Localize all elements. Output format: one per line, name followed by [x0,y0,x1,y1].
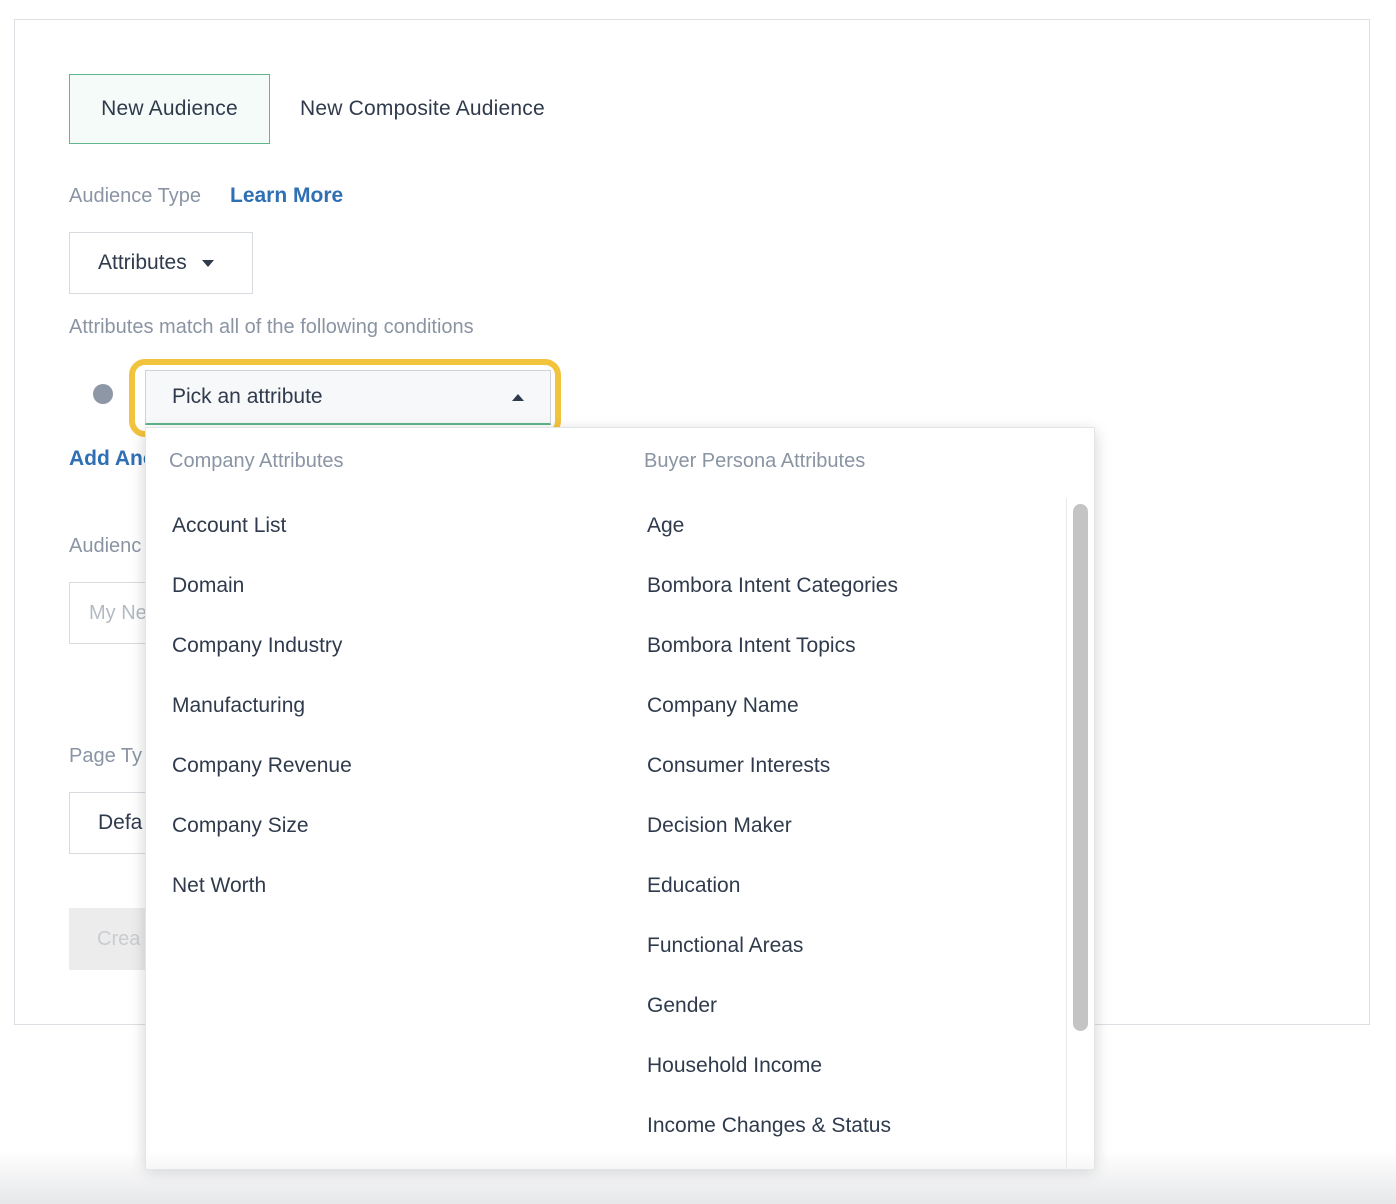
dropdown-item-buyer-5[interactable]: Decision Maker [647,814,792,838]
audience-name-placeholder: My Ne [89,601,147,624]
dropdown-item-company-2[interactable]: Company Industry [172,634,342,658]
dropdown-item-buyer-10[interactable]: Income Changes & Status [647,1114,891,1138]
condition-bullet-icon [93,384,113,404]
attribute-picker-placeholder: Pick an attribute [172,385,323,408]
conditions-label: Attributes match all of the following co… [69,316,474,338]
tab-new-audience[interactable]: New Audience [69,74,270,144]
dropdown-item-buyer-4[interactable]: Consumer Interests [647,754,830,778]
learn-more-link[interactable]: Learn More [230,184,343,208]
audience-type-value: Attributes [98,251,187,274]
dropdown-item-buyer-6[interactable]: Education [647,874,740,898]
dropdown-item-company-1[interactable]: Domain [172,574,244,598]
dropdown-item-company-3[interactable]: Manufacturing [172,694,305,718]
audience-name-label: Audienc [69,535,142,557]
add-another-condition-link[interactable]: Add Ano [69,447,156,471]
dropdown-item-buyer-1[interactable]: Bombora Intent Categories [647,574,898,598]
audience-type-label: Audience Type [69,185,201,207]
page-type-label: Page Ty [69,745,143,767]
dropdown-item-buyer-0[interactable]: Age [647,514,684,538]
dropdown-scrollbar[interactable] [1073,504,1088,1031]
dropdown-item-buyer-3[interactable]: Company Name [647,694,799,718]
dropdown-item-buyer-2[interactable]: Bombora Intent Topics [647,634,856,658]
chevron-up-icon [512,393,524,401]
dropdown-item-buyer-9[interactable]: Household Income [647,1054,822,1078]
attribute-dropdown-menu: Company Attributes Buyer Persona Attribu… [145,427,1095,1170]
dropdown-item-buyer-7[interactable]: Functional Areas [647,934,803,958]
dropdown-item-buyer-8[interactable]: Gender [647,994,717,1018]
dropdown-scroll-track [1066,498,1067,1169]
dropdown-item-company-0[interactable]: Account List [172,514,286,538]
company-attributes-header: Company Attributes [169,450,344,472]
chevron-down-icon [201,259,214,267]
bottom-shadow [0,1150,1396,1204]
buyer-persona-attributes-header: Buyer Persona Attributes [644,450,866,472]
dropdown-item-company-5[interactable]: Company Size [172,814,309,838]
dropdown-item-company-4[interactable]: Company Revenue [172,754,352,778]
page-type-value: Defa [98,811,143,834]
attribute-picker-select[interactable]: Pick an attribute [145,370,551,425]
dropdown-item-company-6[interactable]: Net Worth [172,874,266,898]
tab-new-composite-audience[interactable]: New Composite Audience [300,74,545,144]
audience-type-select[interactable]: Attributes [69,232,253,294]
